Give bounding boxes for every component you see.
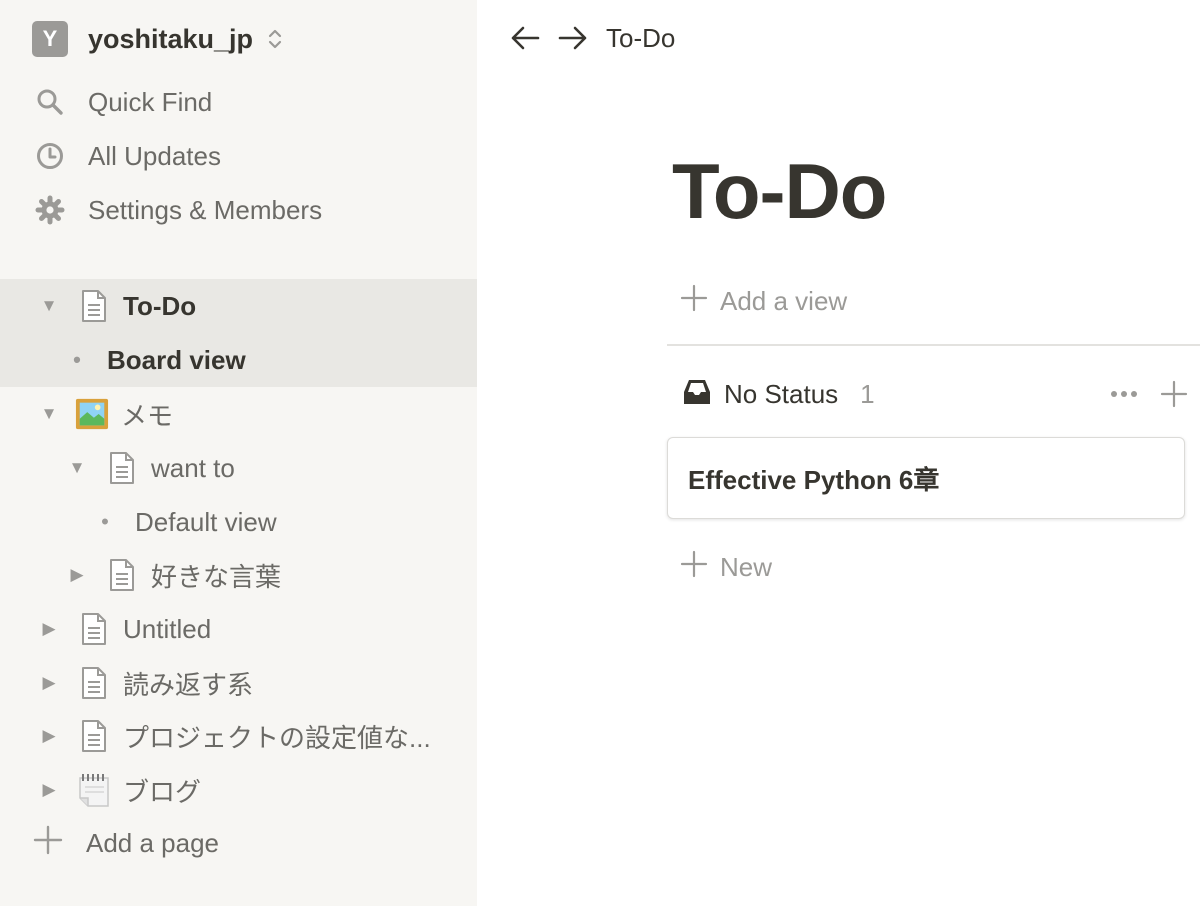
sidebar-item-label: Board view xyxy=(107,344,246,375)
back-arrow-icon[interactable] xyxy=(508,21,542,55)
sidebar-item-all-updates[interactable]: All Updates xyxy=(32,136,221,176)
plus-icon xyxy=(32,824,64,863)
plus-icon xyxy=(680,550,708,585)
workspace-name: yoshitaku_jp xyxy=(88,23,254,54)
sidebar-item-label: Quick Find xyxy=(88,86,213,117)
sidebar-page-to-do[interactable]: ▼ To-Do xyxy=(0,279,477,333)
sidebar-item-label: ブログ xyxy=(123,776,202,807)
sidebar-page-project-settings[interactable]: ▶ プロジェクトの設定値な... xyxy=(0,709,477,763)
chevron-up-down-icon xyxy=(267,27,283,51)
toggle-expanded-icon[interactable]: ▼ xyxy=(37,294,61,318)
sidebar-page-want-to[interactable]: ▼ want to xyxy=(0,441,477,495)
sidebar-item-label: All Updates xyxy=(88,140,221,171)
sidebar-page-reread[interactable]: ▶ 読み返す系 xyxy=(0,656,477,710)
page-title[interactable]: To-Do xyxy=(672,146,887,237)
bullet-icon: • xyxy=(73,347,81,372)
page-icon xyxy=(77,665,111,701)
toggle-collapsed-icon[interactable]: ▶ xyxy=(37,778,61,802)
page-icon xyxy=(105,557,139,593)
page-icon xyxy=(77,288,111,324)
sidebar-item-label: 読み返す系 xyxy=(123,669,254,700)
sidebar-view-default[interactable]: • Default view xyxy=(0,495,477,549)
sidebar-page-memo[interactable]: ▼ メモ xyxy=(0,387,477,441)
sidebar-item-label: To-Do xyxy=(123,290,197,321)
add-page-label: Add a page xyxy=(86,827,220,858)
group-name: No Status xyxy=(724,378,839,409)
sidebar-item-label: Untitled xyxy=(123,613,212,644)
notepad-emoji-icon xyxy=(77,772,111,808)
sidebar-page-untitled[interactable]: ▶ Untitled xyxy=(0,602,477,656)
board-group-header: No Status 1 xyxy=(682,374,1200,414)
board-card[interactable]: Effective Python 6章 xyxy=(667,437,1185,519)
sidebar-view-board[interactable]: • Board view xyxy=(0,333,477,387)
toggle-expanded-icon[interactable]: ▼ xyxy=(65,456,89,480)
sidebar: Y yoshitaku_jp Quick Find All Updates Se… xyxy=(0,0,477,906)
plus-icon xyxy=(680,284,708,319)
page-icon xyxy=(105,450,139,486)
workspace-switcher[interactable]: Y yoshitaku_jp xyxy=(32,20,283,58)
new-card-label: New xyxy=(720,551,773,582)
picture-emoji-icon xyxy=(75,396,109,432)
sidebar-item-label: Settings & Members xyxy=(88,194,323,225)
add-view-button[interactable]: Add a view xyxy=(680,282,847,320)
sidebar-item-settings[interactable]: Settings & Members xyxy=(32,190,322,230)
toggle-expanded-icon[interactable]: ▼ xyxy=(37,402,61,426)
inbox-icon xyxy=(682,377,712,412)
topbar: To-Do xyxy=(508,18,675,58)
toggle-collapsed-icon[interactable]: ▶ xyxy=(37,724,61,748)
toggle-collapsed-icon[interactable]: ▶ xyxy=(37,671,61,695)
sidebar-page-blog[interactable]: ▶ ブログ xyxy=(0,763,477,817)
group-count: 1 xyxy=(860,378,875,409)
forward-arrow-icon[interactable] xyxy=(556,21,590,55)
new-card-button[interactable]: New xyxy=(680,548,772,586)
sidebar-page-favorite-words[interactable]: ▶ 好きな言葉 xyxy=(0,548,477,602)
sidebar-item-label: 好きな言葉 xyxy=(151,561,282,592)
card-title: Effective Python 6章 xyxy=(688,464,940,495)
add-view-label: Add a view xyxy=(720,285,848,316)
clock-icon xyxy=(32,138,68,174)
sidebar-item-label: Default view xyxy=(135,506,277,537)
sidebar-item-quick-find[interactable]: Quick Find xyxy=(32,82,212,122)
sidebar-item-label: プロジェクトの設定値な... xyxy=(123,722,431,753)
page-icon xyxy=(77,718,111,754)
sidebar-item-label: メモ xyxy=(121,400,174,431)
toggle-collapsed-icon[interactable]: ▶ xyxy=(37,617,61,641)
more-options-icon[interactable] xyxy=(1108,378,1140,415)
workspace-avatar: Y xyxy=(32,21,68,57)
add-page-button[interactable]: Add a page xyxy=(32,823,219,863)
sidebar-item-label: want to xyxy=(151,452,235,483)
bullet-icon: • xyxy=(101,509,109,534)
divider xyxy=(667,344,1200,346)
plus-icon[interactable] xyxy=(1160,380,1188,413)
search-icon xyxy=(32,84,68,120)
gear-icon xyxy=(32,192,68,228)
breadcrumb[interactable]: To-Do xyxy=(606,23,675,54)
page-icon xyxy=(77,611,111,647)
toggle-collapsed-icon[interactable]: ▶ xyxy=(65,563,89,587)
